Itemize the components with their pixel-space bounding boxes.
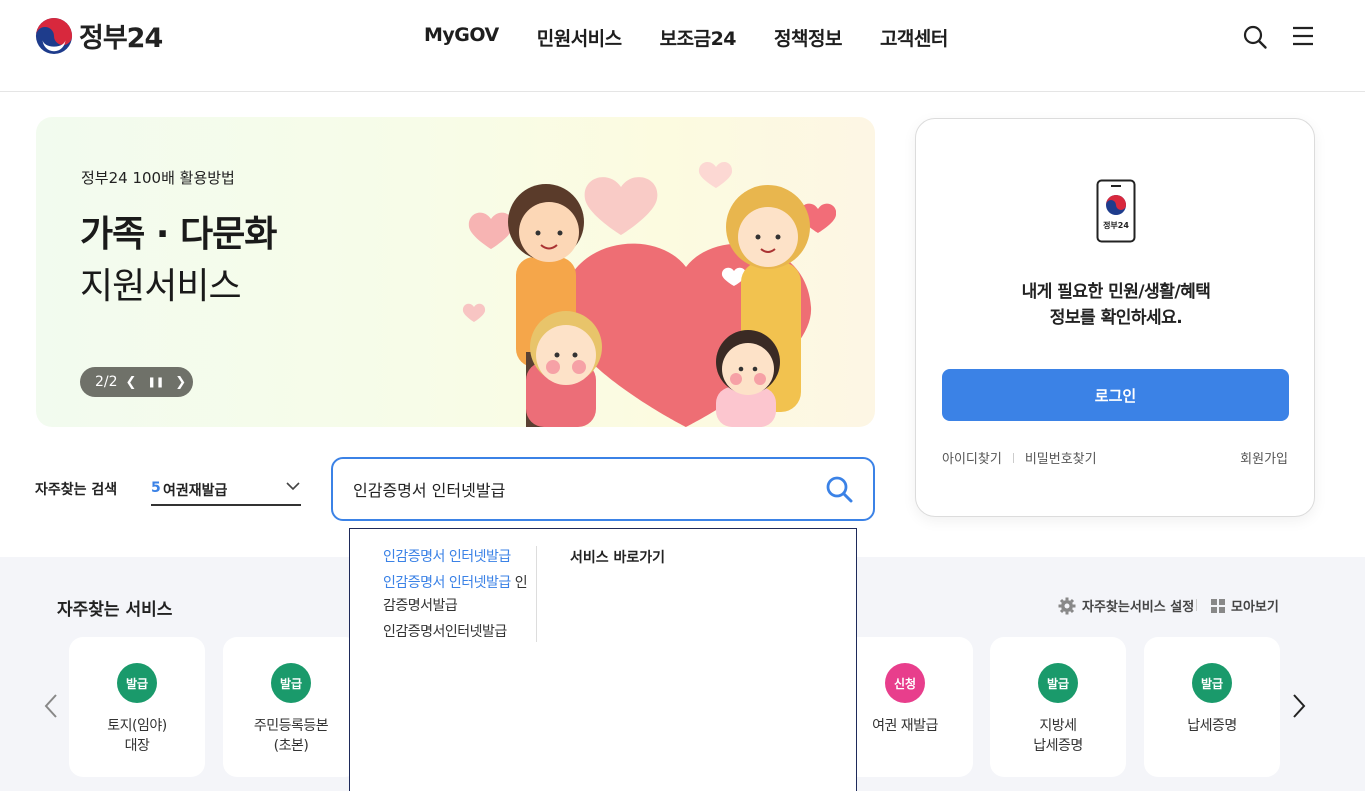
phone-label: 정부24 — [1103, 220, 1129, 230]
link-divider — [1012, 452, 1014, 463]
mobile-phone-icon: 정부24 — [1096, 179, 1136, 243]
banner-title: 가족 · 다문화 — [80, 214, 277, 255]
service-label: 여권 재발급 — [837, 716, 973, 736]
view-all-label: 모아보기 — [1231, 600, 1279, 615]
login-message: 내게 필요한 민원/생활/혜택 정보를 확인하세요. — [916, 279, 1316, 331]
search-icon[interactable] — [1242, 24, 1268, 50]
search-box — [331, 457, 875, 521]
service-badge: 발급 — [1038, 663, 1078, 703]
service-card[interactable]: 발급 토지(임야) 대장 — [69, 637, 205, 777]
service-settings-button[interactable]: 자주찾는서비스 설정 — [1058, 596, 1194, 615]
service-label-line1: 지방세 — [1039, 718, 1077, 734]
logo-text: 정부24 — [79, 23, 163, 54]
login-links: 아이디찾기 비밀번호찾기 — [942, 448, 1097, 467]
service-label-line1: 여권 재발급 — [872, 718, 938, 734]
chevron-left-icon[interactable] — [41, 692, 61, 720]
banner-controls: 2/2 ❮ ❚❚ ❯ — [80, 367, 193, 397]
nav-civil-services[interactable]: 민원서비스 — [537, 24, 622, 51]
view-all-button[interactable]: 모아보기 — [1211, 596, 1279, 615]
service-card[interactable]: 발급 주민등록등본 (초본) — [223, 637, 359, 777]
service-settings-label: 자주찾는서비스 설정 — [1082, 600, 1195, 615]
find-id-link[interactable]: 아이디찾기 — [942, 448, 1002, 467]
frequent-services-title: 자주찾는 서비스 — [57, 600, 173, 620]
service-label: 주민등록등본 (초본) — [223, 716, 359, 756]
autocomplete-item[interactable]: 인감증명서 인터넷발급 — [383, 546, 533, 569]
main-nav: MyGOV 민원서비스 보조금24 정책정보 고객센터 — [405, 24, 967, 51]
taegeuk-emblem-icon — [35, 17, 73, 54]
menu-icon[interactable] — [1290, 24, 1316, 50]
header: 정부24 MyGOV 민원서비스 보조금24 정책정보 고객센터 — [0, 0, 1365, 92]
service-label-line2: 대장 — [124, 738, 150, 754]
frequent-search-dropdown[interactable]: 5 여권재발급 — [151, 470, 301, 506]
service-label: 납세증명 — [1144, 716, 1280, 736]
chevron-right-icon[interactable] — [1289, 692, 1309, 720]
autocomplete-list: 인감증명서 인터넷발급 인감증명서 인터넷발급 인감증명서발급 인감증명서인터넷… — [383, 546, 533, 647]
login-message-line1: 내게 필요한 민원/생활/혜택 — [1021, 282, 1211, 302]
login-button[interactable]: 로그인 — [942, 369, 1289, 421]
login-card: 정부24 내게 필요한 민원/생활/혜택 정보를 확인하세요. 로그인 아이디찾… — [915, 118, 1315, 517]
autocomplete-item[interactable]: 인감증명서인터넷발급 — [383, 621, 533, 644]
frequent-search-rank: 5 — [151, 480, 161, 496]
search-submit-icon[interactable] — [825, 475, 853, 503]
find-password-link[interactable]: 비밀번호찾기 — [1025, 448, 1097, 467]
frequent-search-label: 자주찾는 검색 — [35, 482, 118, 498]
service-label-line1: 납세증명 — [1187, 718, 1237, 734]
autocomplete-highlight: 인감증명서 인터넷발급 — [383, 575, 511, 591]
autocomplete-text: 인감증명서인터넷발급 — [383, 624, 507, 640]
join-link[interactable]: 회원가입 — [1240, 448, 1288, 467]
service-badge: 발급 — [271, 663, 311, 703]
service-label-line2: 납세증명 — [1033, 738, 1083, 754]
service-badge: 발급 — [1192, 663, 1232, 703]
grid-icon — [1211, 598, 1225, 613]
banner-subtitle: 정부24 100배 활용방법 — [81, 169, 235, 187]
service-label-line2: (초본) — [273, 738, 309, 754]
frequent-search-value: 여권재발급 — [163, 483, 228, 499]
nav-customer-center[interactable]: 고객센터 — [880, 24, 948, 51]
site-logo[interactable]: 정부24 — [35, 16, 163, 55]
autocomplete-dropdown: 인감증명서 인터넷발급 인감증명서 인터넷발급 인감증명서발급 인감증명서인터넷… — [349, 528, 857, 791]
service-card[interactable]: 신청 여권 재발급 — [837, 637, 973, 777]
service-shortcut-title: 서비스 바로가기 — [570, 550, 666, 566]
family-illustration — [462, 161, 836, 427]
nav-policy-info[interactable]: 정책정보 — [774, 24, 842, 51]
service-label: 지방세 납세증명 — [990, 716, 1126, 756]
service-label-line1: 주민등록등본 — [253, 718, 329, 734]
service-label-line1: 토지(임야) — [107, 718, 167, 734]
service-card[interactable]: 발급 지방세 납세증명 — [990, 637, 1126, 777]
banner-next-icon[interactable]: ❯ — [175, 375, 186, 390]
promo-banner[interactable]: 정부24 100배 활용방법 가족 · 다문화 지원서비스 2/2 ❮ ❚❚ ❯ — [36, 117, 875, 427]
divider — [1196, 599, 1197, 611]
banner-title-light: 지원서비스 — [80, 266, 242, 307]
login-message-line2: 정보를 확인하세요. — [1049, 308, 1183, 328]
autocomplete-item[interactable]: 인감증명서 인터넷발급 인감증명서발급 — [383, 572, 533, 618]
chevron-down-icon — [286, 482, 300, 491]
gear-icon — [1058, 597, 1076, 614]
service-badge: 발급 — [117, 663, 157, 703]
banner-pager: 2/2 — [95, 374, 118, 390]
banner-prev-icon[interactable]: ❮ — [126, 375, 137, 390]
banner-pause-icon[interactable]: ❚❚ — [147, 377, 164, 388]
nav-subsidy24[interactable]: 보조금24 — [660, 24, 737, 51]
search-input[interactable] — [353, 473, 803, 505]
nav-mygov[interactable]: MyGOV — [424, 24, 499, 51]
autocomplete-divider — [536, 546, 537, 642]
autocomplete-highlight: 인감증명서 인터넷발급 — [383, 549, 511, 565]
service-card[interactable]: 발급 납세증명 — [1144, 637, 1280, 777]
service-badge: 신청 — [885, 663, 925, 703]
service-label: 토지(임야) 대장 — [69, 716, 205, 756]
